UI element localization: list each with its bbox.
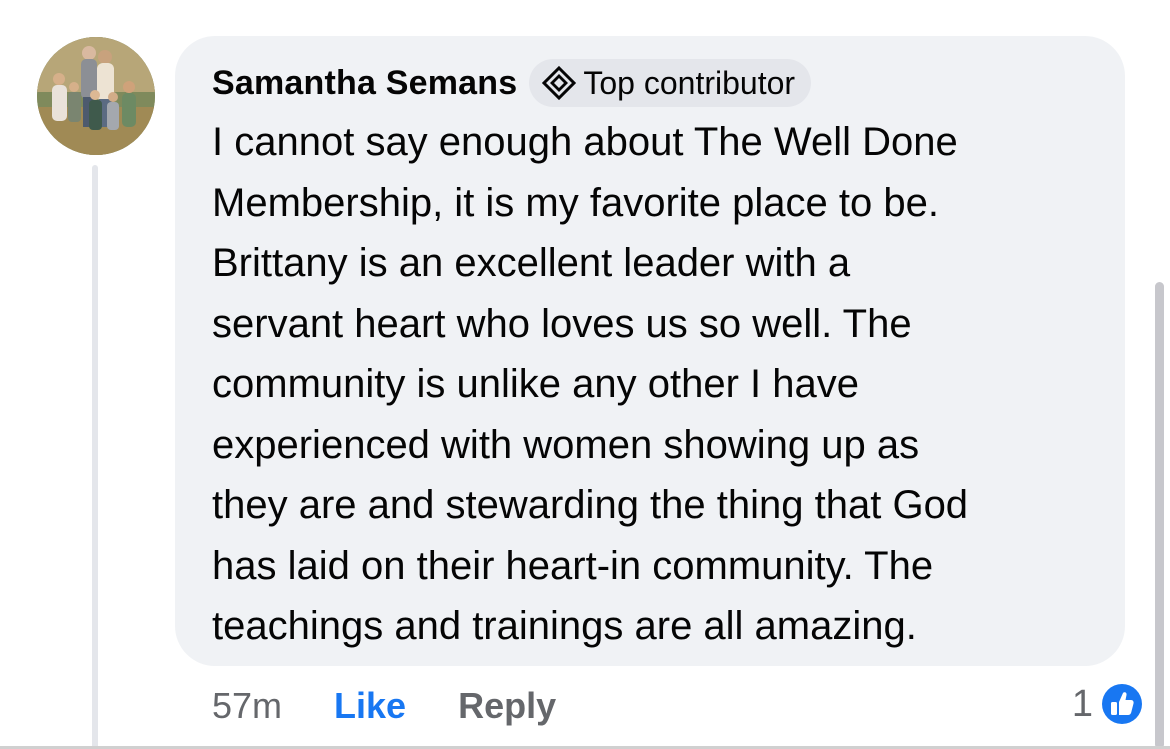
comment-line: experienced with women showing up as <box>212 422 920 467</box>
diamond-badge-icon <box>541 65 577 101</box>
comment-text: I cannot say enough about The Well Done … <box>212 112 1112 657</box>
family-photo <box>37 37 155 155</box>
avatar[interactable] <box>37 37 155 155</box>
like-button[interactable]: Like <box>334 685 406 727</box>
reaction-summary[interactable]: 1 <box>1072 680 1145 728</box>
timestamp[interactable]: 57m <box>212 685 282 727</box>
badge-label: Top contributor <box>583 64 796 101</box>
comment-line: Brittany is an excellent leader with a <box>212 241 851 285</box>
comment-screen: Samantha Semans Top contributor I cannot… <box>0 0 1170 749</box>
comment-line: I cannot say enough about The Well Done <box>212 120 958 164</box>
comment-actions: 57m Like Reply <box>212 682 556 730</box>
comment-line: Membership, it is my favorite place to b… <box>212 180 939 225</box>
top-contributor-badge[interactable]: Top contributor <box>529 59 812 107</box>
comment-line: has laid on their heart-in community. Th… <box>212 543 934 588</box>
author-name[interactable]: Samantha Semans <box>212 64 517 103</box>
comment-line: teachings and trainings are all amazing. <box>212 604 917 648</box>
like-thumb-icon <box>1099 681 1145 727</box>
comment-line: servant heart who loves us so well. The <box>212 301 912 346</box>
reply-button[interactable]: Reply <box>458 685 556 727</box>
scrollbar[interactable] <box>1155 282 1164 749</box>
thread-line <box>92 165 98 749</box>
comment-line: they are and stewarding the thing that G… <box>212 483 969 527</box>
reaction-count: 1 <box>1071 682 1093 725</box>
comment-line: community is unlike any other I have <box>212 362 859 406</box>
comment-header: Samantha Semans Top contributor <box>212 58 812 108</box>
